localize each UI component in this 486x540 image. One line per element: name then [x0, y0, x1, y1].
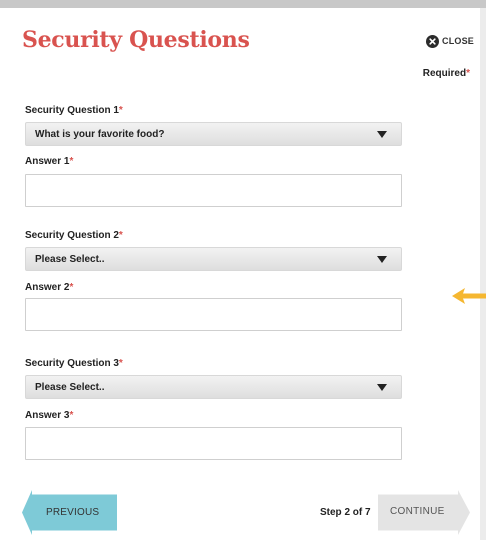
required-label: Required	[422, 68, 467, 79]
continue-button[interactable]: CONTINUE	[378, 490, 470, 535]
select-value: Please Select..	[35, 253, 105, 265]
answer-label-text: Answer 3	[25, 410, 70, 421]
answer-2-input[interactable]	[25, 298, 402, 331]
security-question-2-select[interactable]: Please Select..	[25, 247, 402, 271]
question-label-text: Security Question 1	[25, 105, 119, 116]
close-label: CLOSE	[442, 36, 475, 46]
security-question-1-label: Security Question 1*	[25, 105, 123, 116]
question-label-text: Security Question 2	[25, 230, 119, 241]
answer-label-text: Answer 2	[25, 282, 70, 293]
answer-2-label: Answer 2*	[25, 282, 73, 293]
top-border	[0, 0, 486, 8]
previous-button[interactable]: PREVIOUS	[22, 490, 117, 535]
required-star: *	[69, 410, 74, 421]
continue-label: CONTINUE	[390, 506, 445, 517]
chevron-down-icon	[377, 131, 387, 138]
required-star: *	[118, 358, 123, 369]
page-title: Security Questions	[22, 27, 250, 53]
chevron-down-icon	[377, 384, 387, 391]
question-label-text: Security Question 3	[25, 358, 119, 369]
select-value: What is your favorite food?	[35, 128, 165, 140]
close-circle-icon	[426, 34, 439, 48]
security-question-1-select[interactable]: What is your favorite food?	[25, 122, 402, 146]
close-button[interactable]: CLOSE	[426, 34, 474, 48]
select-value: Please Select..	[35, 381, 105, 393]
required-star: *	[118, 230, 123, 241]
security-question-3-label: Security Question 3*	[25, 358, 123, 369]
answer-1-input[interactable]	[25, 174, 402, 207]
required-star: *	[118, 105, 123, 116]
answer-3-label: Answer 3*	[25, 410, 73, 421]
answer-label-text: Answer 1	[25, 156, 70, 167]
chevron-down-icon	[377, 256, 387, 263]
step-indicator: Step 2 of 7	[320, 507, 371, 518]
side-scroll-strip	[480, 8, 486, 540]
arrow-left-icon	[452, 288, 486, 304]
answer-3-input[interactable]	[25, 427, 402, 460]
answer-1-label: Answer 1*	[25, 156, 73, 167]
required-note: Required*	[423, 68, 470, 79]
security-question-3-select[interactable]: Please Select..	[25, 375, 402, 399]
required-star: *	[69, 282, 74, 293]
required-star: *	[466, 68, 470, 79]
security-question-2-label: Security Question 2*	[25, 230, 123, 241]
required-star: *	[69, 156, 74, 167]
previous-label: PREVIOUS	[46, 507, 100, 518]
